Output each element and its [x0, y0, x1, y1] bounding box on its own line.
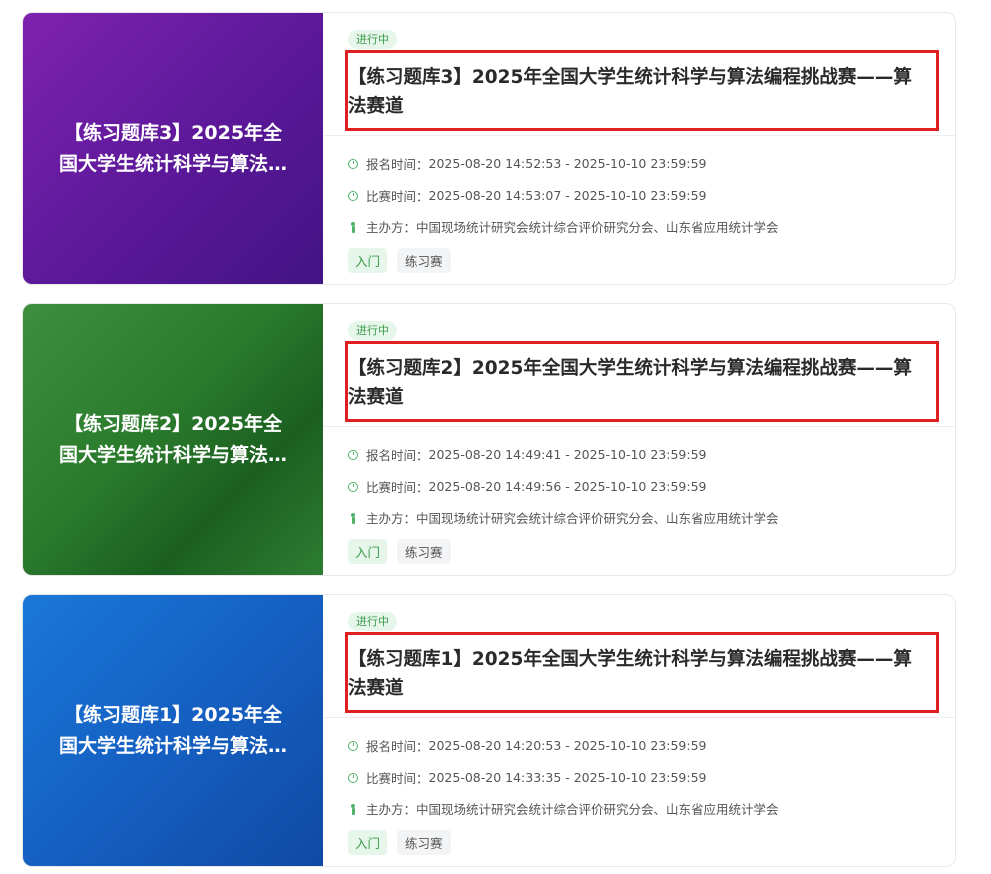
status-badge: 进行中	[348, 612, 397, 631]
divider	[323, 426, 955, 427]
clock-icon	[348, 449, 358, 460]
organizer-value: 中国现场统计研究会统计综合评价研究分会、山东省应用统计学会	[416, 511, 779, 526]
registration-label: 报名时间：	[366, 448, 429, 463]
thumbnail-title: 【练习题库3】2025年全国大学生统计科学与算法编程挑战赛——算法赛道	[58, 121, 287, 175]
registration-time: 报名时间： 2025-08-20 14:20:53 - 2025-10-10 2…	[348, 736, 707, 755]
tag-list: 入门 练习赛	[348, 830, 451, 855]
registration-time: 报名时间： 2025-08-20 14:49:41 - 2025-10-10 2…	[348, 445, 707, 464]
organizer-value: 中国现场统计研究会统计综合评价研究分会、山东省应用统计学会	[416, 220, 779, 235]
competition-value: 2025-08-20 14:53:07 - 2025-10-10 23:59:5…	[428, 188, 707, 203]
card-thumbnail[interactable]: 【练习题库2】2025年全国大学生统计科学与算法编程挑战赛——算法赛道	[23, 304, 323, 575]
clock-icon	[348, 481, 358, 492]
card-title[interactable]: 【练习题库1】2025年全国大学生统计科学与算法编程挑战赛——算法赛道	[348, 645, 928, 703]
card-title[interactable]: 【练习题库2】2025年全国大学生统计科学与算法编程挑战赛——算法赛道	[348, 354, 928, 412]
competition-card[interactable]: 【练习题库2】2025年全国大学生统计科学与算法编程挑战赛——算法赛道 进行中 …	[22, 303, 956, 576]
competition-card[interactable]: 【练习题库3】2025年全国大学生统计科学与算法编程挑战赛——算法赛道 进行中 …	[22, 12, 956, 285]
registration-label: 报名时间：	[366, 739, 429, 754]
level-tag: 入门	[348, 539, 388, 564]
card-info: 进行中 【练习题库2】2025年全国大学生统计科学与算法编程挑战赛——算法赛道 …	[323, 304, 955, 575]
divider	[323, 135, 955, 136]
thumbnail-title: 【练习题库1】2025年全国大学生统计科学与算法编程挑战赛——算法赛道	[58, 703, 287, 757]
organizer-label: 主办方：	[366, 220, 417, 235]
clock-icon	[348, 740, 358, 751]
card-info: 进行中 【练习题库1】2025年全国大学生统计科学与算法编程挑战赛——算法赛道 …	[323, 595, 955, 866]
competition-value: 2025-08-20 14:33:35 - 2025-10-10 23:59:5…	[428, 770, 707, 785]
type-tag: 练习赛	[397, 539, 451, 564]
clock-icon	[348, 772, 358, 783]
card-thumbnail[interactable]: 【练习题库3】2025年全国大学生统计科学与算法编程挑战赛——算法赛道	[23, 13, 323, 284]
thumbnail-title: 【练习题库2】2025年全国大学生统计科学与算法编程挑战赛——算法赛道	[58, 412, 287, 466]
type-tag: 练习赛	[397, 830, 451, 855]
organizer-label: 主办方：	[366, 802, 417, 817]
competition-label: 比赛时间：	[366, 480, 429, 495]
clock-icon	[348, 190, 358, 201]
person-icon	[348, 512, 358, 524]
person-icon	[348, 803, 358, 815]
competition-value: 2025-08-20 14:49:56 - 2025-10-10 23:59:5…	[428, 479, 707, 494]
level-tag: 入门	[348, 248, 388, 273]
registration-label: 报名时间：	[366, 157, 429, 172]
registration-value: 2025-08-20 14:20:53 - 2025-10-10 23:59:5…	[428, 738, 707, 753]
competition-label: 比赛时间：	[366, 189, 429, 204]
competition-time: 比赛时间： 2025-08-20 14:53:07 - 2025-10-10 2…	[348, 186, 707, 205]
tag-list: 入门 练习赛	[348, 539, 451, 564]
competition-time: 比赛时间： 2025-08-20 14:49:56 - 2025-10-10 2…	[348, 477, 707, 496]
level-tag: 入门	[348, 830, 388, 855]
competition-label: 比赛时间：	[366, 771, 429, 786]
registration-time: 报名时间： 2025-08-20 14:52:53 - 2025-10-10 2…	[348, 154, 707, 173]
organizer: 主办方： 中国现场统计研究会统计综合评价研究分会、山东省应用统计学会	[348, 508, 779, 527]
registration-value: 2025-08-20 14:49:41 - 2025-10-10 23:59:5…	[428, 447, 707, 462]
divider	[323, 717, 955, 718]
organizer-label: 主办方：	[366, 511, 417, 526]
status-badge: 进行中	[348, 30, 397, 49]
tag-list: 入门 练习赛	[348, 248, 451, 273]
organizer: 主办方： 中国现场统计研究会统计综合评价研究分会、山东省应用统计学会	[348, 217, 779, 236]
type-tag: 练习赛	[397, 248, 451, 273]
organizer: 主办方： 中国现场统计研究会统计综合评价研究分会、山东省应用统计学会	[348, 799, 779, 818]
card-title[interactable]: 【练习题库3】2025年全国大学生统计科学与算法编程挑战赛——算法赛道	[348, 63, 928, 121]
card-info: 进行中 【练习题库3】2025年全国大学生统计科学与算法编程挑战赛——算法赛道 …	[323, 13, 955, 284]
person-icon	[348, 221, 358, 233]
card-thumbnail[interactable]: 【练习题库1】2025年全国大学生统计科学与算法编程挑战赛——算法赛道	[23, 595, 323, 866]
competition-time: 比赛时间： 2025-08-20 14:33:35 - 2025-10-10 2…	[348, 768, 707, 787]
clock-icon	[348, 158, 358, 169]
organizer-value: 中国现场统计研究会统计综合评价研究分会、山东省应用统计学会	[416, 802, 779, 817]
registration-value: 2025-08-20 14:52:53 - 2025-10-10 23:59:5…	[428, 156, 707, 171]
status-badge: 进行中	[348, 321, 397, 340]
competition-card[interactable]: 【练习题库1】2025年全国大学生统计科学与算法编程挑战赛——算法赛道 进行中 …	[22, 594, 956, 867]
